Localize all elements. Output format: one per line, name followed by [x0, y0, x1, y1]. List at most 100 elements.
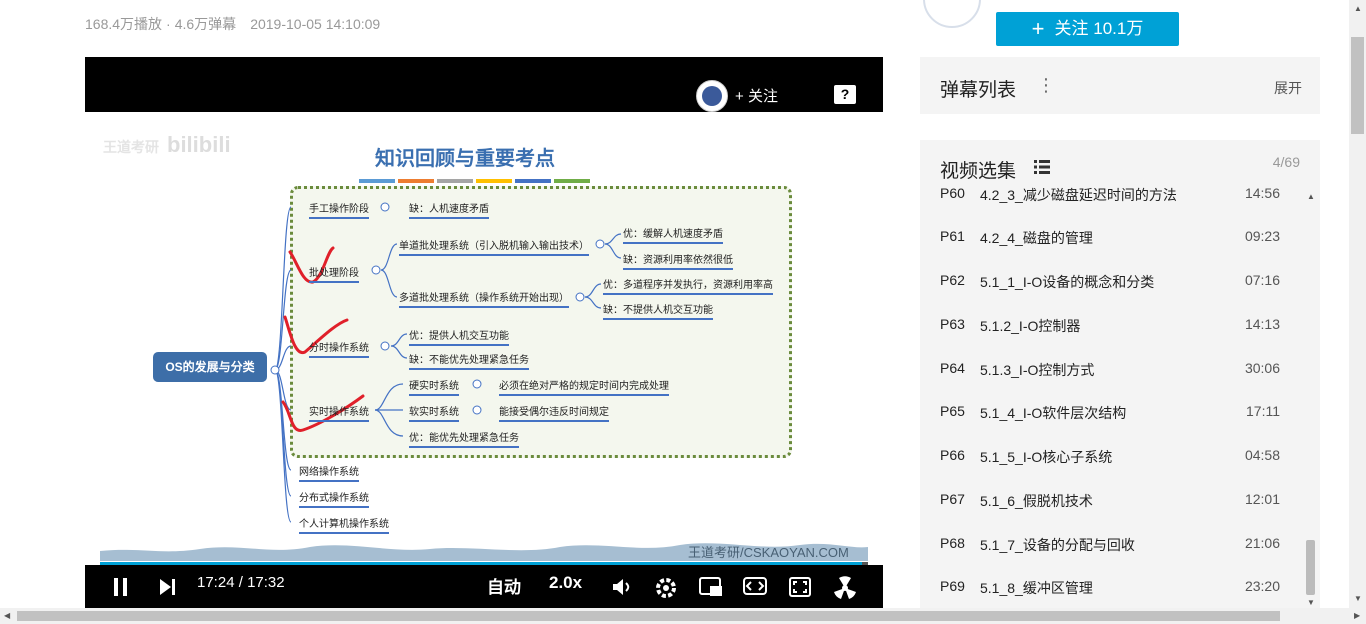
episode-duration: 14:56	[1244, 185, 1280, 201]
episode-item[interactable]: P61 4.2_4_磁盘的管理 09:23	[940, 228, 1280, 248]
speed-selector[interactable]: 2.0x	[549, 573, 582, 593]
episode-item[interactable]: P62 5.1_1_I-O设备的概念和分类 07:16	[940, 272, 1280, 292]
episode-number: P69	[940, 578, 965, 594]
danmaku-toggle-icon[interactable]	[833, 576, 857, 600]
episode-item[interactable]: P69 5.1_8_缓冲区管理 23:20	[940, 578, 1280, 598]
time-separator: /	[238, 574, 243, 591]
episode-duration: 07:16	[1244, 272, 1280, 288]
episode-number: P64	[940, 360, 965, 376]
episode-title: 5.1_1_I-O设备的概念和分类	[980, 274, 1155, 290]
episode-duration: 30:06	[1244, 360, 1280, 376]
node-single-pro: 优：缓解人机速度矛盾	[623, 225, 723, 244]
episode-list-title: 视频选集	[940, 161, 1017, 182]
next-icon[interactable]	[159, 579, 177, 595]
list-scroll-up-icon[interactable]: ▲	[1307, 192, 1315, 201]
page-scroll-down-icon[interactable]: ▼	[1354, 594, 1362, 603]
page-scroll-thumb[interactable]	[1351, 37, 1364, 134]
page-horizontal-scrollbar[interactable]: ◀ ▶	[0, 608, 1366, 624]
node-distributed-os: 分布式操作系统	[299, 489, 369, 508]
episode-item[interactable]: P66 5.1_5_I-O核心子系统 04:58	[940, 447, 1280, 467]
volume-icon[interactable]	[611, 577, 631, 597]
play-count: 168.4万播放	[85, 16, 163, 32]
page-hscroll-thumb[interactable]	[17, 611, 1280, 621]
episode-number: P67	[940, 491, 965, 507]
episode-item[interactable]: P63 5.1.2_I-O控制器 14:13	[940, 316, 1280, 336]
player-top-bar: + 关注 ?	[85, 57, 883, 112]
list-scrollbar-thumb[interactable]	[1306, 540, 1315, 595]
episode-duration: 04:58	[1244, 447, 1280, 463]
danmaku-count: 4.6万弹幕	[174, 16, 237, 32]
danmaku-list-title: 弹幕列表	[940, 80, 1017, 101]
danmaku-list-panel: 弹幕列表 ⋮ 展开	[920, 57, 1320, 114]
node-manual-con: 缺：人机速度矛盾	[409, 200, 489, 219]
pause-icon[interactable]	[113, 578, 129, 596]
node-rt-pro: 优：能优先处理紧急任务	[409, 429, 519, 448]
episode-number: P68	[940, 535, 965, 551]
uploader-avatar[interactable]	[923, 0, 981, 28]
follow-button[interactable]: + 关注 10.1万	[996, 12, 1179, 46]
episode-duration: 14:13	[1244, 316, 1280, 332]
node-multi-batch: 多道批处理系统（操作系统开始出现）	[399, 289, 569, 308]
node-single-batch: 单道批处理系统（引入脱机输入输出技术）	[399, 237, 589, 256]
page-vertical-scrollbar[interactable]: ▲ ▼	[1349, 0, 1366, 608]
episode-duration: 17:11	[1246, 403, 1280, 419]
pip-icon[interactable]	[699, 577, 723, 597]
publish-date: 2019-10-05 14:10:09	[250, 16, 381, 32]
episode-title: 5.1_4_I-O软件层次结构	[980, 405, 1127, 421]
episode-title: 4.2_3_减少磁盘延迟时间的方法	[980, 187, 1177, 203]
episode-number: P63	[940, 316, 965, 332]
plus-icon: +	[1031, 16, 1045, 41]
episode-title: 5.1_7_设备的分配与回收	[980, 537, 1135, 553]
help-icon[interactable]: ?	[834, 85, 856, 104]
danmaku-heatmap	[100, 543, 868, 561]
list-scroll-down-icon[interactable]: ▼	[1307, 598, 1315, 607]
node-batch: 批处理阶段	[309, 264, 359, 283]
expand-button[interactable]: 展开	[1274, 78, 1302, 98]
page-scroll-up-icon[interactable]: ▲	[1354, 4, 1362, 13]
page-scroll-left-icon[interactable]: ◀	[4, 611, 10, 620]
video-frame: 王道考研 bilibili 知识回顾与重要考点 OS的发展与分类 手工操作阶段 …	[85, 112, 883, 565]
more-options-icon[interactable]: ⋮	[1037, 75, 1055, 96]
episode-duration: 09:23	[1244, 228, 1280, 244]
episode-item[interactable]: P60 4.2_3_减少磁盘延迟时间的方法 14:56	[940, 185, 1280, 205]
episode-list-panel: 视频选集 4/69 P60 4.2_3_减少磁盘延迟时间的方法 14:56 P61 4…	[920, 140, 1320, 610]
episode-number: P60	[940, 185, 965, 201]
episode-item[interactable]: P65 5.1_4_I-O软件层次结构 17:11	[940, 403, 1280, 423]
node-hard-rt: 硬实时系统	[409, 377, 459, 396]
current-time: 17:24	[197, 574, 235, 591]
node-soft-rt-desc: 能接受偶尔违反时间规定	[499, 403, 609, 422]
fullscreen-icon[interactable]	[789, 577, 811, 597]
player-controls: 17:24 / 17:32 自动 2.0x	[85, 565, 883, 608]
episode-item[interactable]: P64 5.1.3_I-O控制方式 30:06	[940, 360, 1280, 380]
episode-item[interactable]: P68 5.1_7_设备的分配与回收 21:06	[940, 535, 1280, 555]
episode-duration: 12:01	[1244, 491, 1280, 507]
node-hard-rt-desc: 必须在绝对严格的规定时间内完成处理	[499, 377, 669, 396]
node-soft-rt: 软实时系统	[409, 403, 459, 422]
list-icon[interactable]	[1034, 160, 1050, 174]
episode-title: 5.1.3_I-O控制方式	[980, 362, 1095, 378]
episode-title: 5.1_8_缓冲区管理	[980, 580, 1093, 596]
node-multi-pro: 优：多道程序并发执行，资源利用率高	[603, 276, 773, 295]
node-network-os: 网络操作系统	[299, 463, 359, 482]
episode-duration: 23:20	[1244, 578, 1280, 594]
meta-separator: ·	[166, 16, 171, 32]
uploader-avatar-icon[interactable]	[696, 80, 728, 112]
episode-item[interactable]: P67 5.1_6_假脱机技术 12:01	[940, 491, 1280, 511]
node-realtime: 实时操作系统	[309, 403, 369, 422]
episode-duration: 21:06	[1244, 535, 1280, 551]
page-scroll-right-icon[interactable]: ▶	[1354, 611, 1360, 620]
episode-title: 4.2_4_磁盘的管理	[980, 230, 1093, 246]
episode-number: P66	[940, 447, 965, 463]
node-multi-con: 缺：不提供人机交互功能	[603, 301, 713, 320]
node-timesharing-pro: 优：提供人机交互功能	[409, 327, 509, 346]
quality-selector[interactable]: 自动	[487, 573, 521, 598]
time-display: 17:24 / 17:32	[197, 574, 285, 591]
node-single-con: 缺：资源利用率依然很低	[623, 251, 733, 270]
player-follow-button[interactable]: + 关注	[735, 85, 778, 106]
episode-count: 4/69	[1272, 154, 1300, 170]
episode-title: 5.1_6_假脱机技术	[980, 493, 1093, 509]
video-player[interactable]: + 关注 ? 王道考研 bilibili 知识回顾与重要考点 OS的发展与分类 …	[85, 57, 883, 608]
episode-number: P62	[940, 272, 965, 288]
settings-icon[interactable]	[655, 577, 677, 599]
widescreen-icon[interactable]	[743, 577, 767, 597]
